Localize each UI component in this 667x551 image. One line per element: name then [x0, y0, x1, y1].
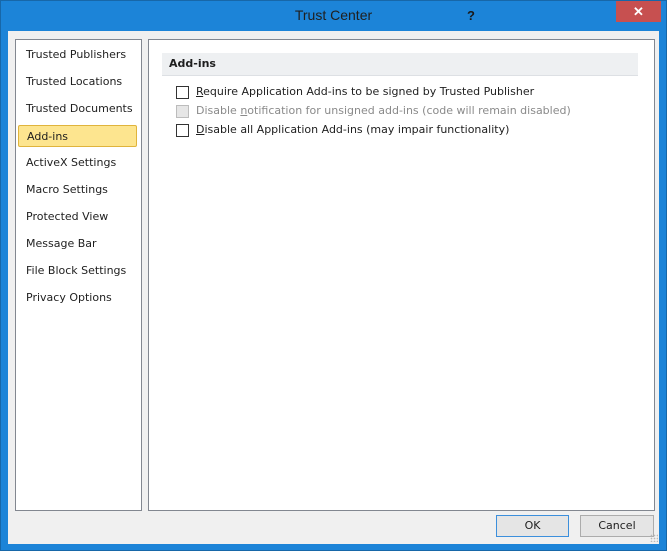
dialog-client-area: Trusted Publishers Trusted Locations Tru… — [8, 31, 659, 544]
dialog-title: Trust Center — [294, 7, 373, 23]
sidebar-item-privacy-options[interactable]: Privacy Options — [18, 287, 137, 309]
sidebar-item-add-ins[interactable]: Add-ins — [18, 125, 137, 147]
settings-panel: Add-ins Require Application Add-ins to b… — [148, 39, 655, 511]
resize-grip-icon[interactable] — [650, 534, 658, 542]
section-header: Add-ins — [162, 53, 638, 76]
sidebar-item-trusted-publishers[interactable]: Trusted Publishers — [18, 44, 137, 66]
close-button[interactable]: ✕ — [616, 1, 661, 22]
section-title: Add-ins — [169, 57, 216, 70]
disable-all-label[interactable]: Disable all Application Add-ins (may imp… — [196, 123, 509, 136]
sidebar-item-file-block-settings[interactable]: File Block Settings — [18, 260, 137, 282]
title-bar[interactable]: Trust Center ? ✕ — [1, 1, 666, 31]
sidebar-item-trusted-locations[interactable]: Trusted Locations — [18, 71, 137, 93]
help-icon[interactable]: ? — [467, 8, 475, 23]
sidebar-item-trusted-documents[interactable]: Trusted Documents — [18, 98, 137, 120]
sidebar-item-message-bar[interactable]: Message Bar — [18, 233, 137, 255]
category-list[interactable]: Trusted Publishers Trusted Locations Tru… — [15, 39, 142, 511]
require-signed-checkbox[interactable] — [176, 86, 189, 99]
disable-all-checkbox[interactable] — [176, 124, 189, 137]
disable-notification-label: Disable notification for unsigned add-in… — [196, 104, 571, 117]
sidebar-item-protected-view[interactable]: Protected View — [18, 206, 137, 228]
trust-center-dialog: Trust Center ? ✕ Trusted Publishers Trus… — [0, 0, 667, 551]
ok-button[interactable]: OK — [496, 515, 569, 537]
cancel-button[interactable]: Cancel — [580, 515, 654, 537]
disable-notification-checkbox — [176, 105, 189, 118]
sidebar-item-macro-settings[interactable]: Macro Settings — [18, 179, 137, 201]
sidebar-item-activex-settings[interactable]: ActiveX Settings — [18, 152, 137, 174]
require-signed-label[interactable]: Require Application Add-ins to be signed… — [196, 85, 534, 98]
close-icon: ✕ — [633, 4, 644, 19]
